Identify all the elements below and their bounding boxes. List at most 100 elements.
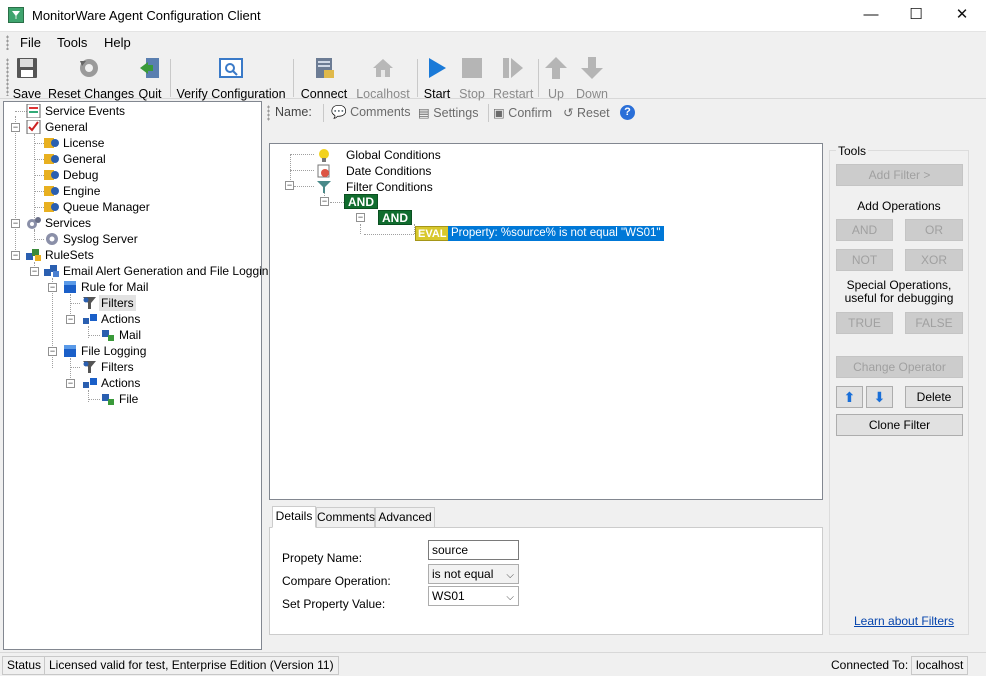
delete-button[interactable]: Delete [905, 386, 963, 408]
expander-filter-conditions[interactable]: − [285, 181, 294, 190]
confirm-disk-icon: ▣ [493, 106, 505, 120]
expander-and-1[interactable]: − [320, 197, 329, 206]
details-tab-panel: Propety Name: source Compare Operation: … [269, 527, 823, 635]
home-icon [373, 59, 393, 77]
comments-button[interactable]: 💬 Comments [331, 105, 411, 120]
arrow-down-icon [581, 57, 603, 79]
false-button[interactable]: FALSE [905, 312, 963, 334]
move-down-button[interactable]: ⬇ [866, 386, 893, 408]
learn-about-filters-link[interactable]: Learn about Filters [854, 614, 954, 628]
confirm-button[interactable]: ▣ Confirm [493, 105, 552, 120]
expander-file-logging[interactable]: − [48, 347, 57, 356]
funnel-icon [317, 181, 331, 193]
quit-button[interactable]: Quit [134, 55, 166, 101]
menu-bar: File Tools Help [0, 32, 986, 53]
expander-rule-for-mail[interactable]: − [48, 283, 57, 292]
status-bar: Status Licensed valid for test, Enterpri… [0, 652, 986, 676]
status-label: Status [2, 656, 47, 675]
play-icon [429, 58, 446, 78]
maximize-button[interactable]: ☐ [893, 0, 939, 31]
set-property-value-select[interactable]: WS01 ⌵ [428, 586, 519, 606]
blue-arrow-down-icon: ⬇ [873, 389, 886, 405]
queue-key-icon [44, 202, 59, 212]
connect-button[interactable]: Connect [299, 55, 349, 101]
debug-key-icon [44, 170, 59, 180]
and-button[interactable]: AND [836, 219, 893, 241]
verify-window-icon [219, 58, 243, 78]
or-button[interactable]: OR [905, 219, 963, 241]
license-status: Licensed valid for test, Enterprise Edit… [44, 656, 339, 675]
restart-button[interactable]: Restart [493, 55, 533, 101]
actions-icon [83, 378, 97, 388]
main-toolbar: Save Reset Changes Quit Verify Configura… [0, 53, 986, 101]
ruleset-cubes-icon [44, 265, 59, 277]
expander-actions-mail[interactable]: − [66, 315, 75, 324]
and-operator-node-nested[interactable]: AND [378, 210, 412, 225]
reset-button[interactable]: ↺ Reset [563, 105, 610, 120]
move-up-button[interactable]: ⬆ [836, 386, 863, 408]
down-button[interactable]: Down [575, 55, 609, 101]
expander-email-alert[interactable]: − [30, 267, 39, 276]
localhost-button[interactable]: Localhost [355, 55, 411, 101]
set-property-value-label: Set Property Value: [282, 597, 386, 611]
expander-and-2[interactable]: − [356, 213, 365, 222]
stop-button[interactable]: Stop [458, 55, 486, 101]
stop-icon [462, 58, 482, 78]
up-button[interactable]: Up [544, 55, 568, 101]
expander-services[interactable]: − [11, 219, 20, 228]
server-connect-icon [316, 58, 334, 78]
toolbar-separator [538, 59, 539, 97]
close-button[interactable]: ✕ [939, 0, 985, 31]
filter-funnel-icon [83, 361, 96, 373]
lightbulb-icon [319, 149, 329, 162]
menu-help[interactable]: Help [104, 35, 131, 50]
title-bar: MonitorWare Agent Configuration Client —… [0, 0, 986, 32]
property-name-input[interactable]: source [428, 540, 519, 560]
toolbar-separator [293, 59, 294, 97]
expander-rulesets[interactable]: − [11, 251, 20, 260]
expander-general[interactable]: − [11, 123, 20, 132]
change-operator-button[interactable]: Change Operator [836, 356, 963, 378]
and-operator-node[interactable]: AND [344, 194, 378, 209]
filter-funnel-icon [83, 297, 96, 309]
true-button[interactable]: TRUE [836, 312, 893, 334]
menu-tools[interactable]: Tools [57, 35, 87, 50]
clone-filter-button[interactable]: Clone Filter [836, 414, 963, 436]
rule-cube-icon [64, 345, 76, 357]
syslog-gear-icon [46, 233, 58, 245]
service-events-icon [26, 104, 41, 118]
configuration-tree: Service Events − General License General… [3, 101, 275, 650]
expander-actions-file[interactable]: − [66, 379, 75, 388]
reset-gear-icon [80, 59, 98, 77]
settings-button[interactable]: ▤ Settings [418, 105, 478, 120]
xor-button[interactable]: XOR [905, 249, 963, 271]
tab-advanced[interactable]: Advanced [375, 507, 435, 528]
arrow-up-icon [545, 57, 567, 79]
tab-comments[interactable]: Comments [316, 507, 375, 528]
verify-configuration-button[interactable]: Verify Configuration [176, 55, 286, 101]
menu-file[interactable]: File [20, 35, 41, 50]
comments-icon: 💬 [331, 105, 347, 119]
window-title: MonitorWare Agent Configuration Client [32, 8, 261, 23]
property-name-label: Propety Name: [282, 551, 363, 565]
settings-page-icon: ▤ [418, 106, 430, 120]
reset-arrow-icon: ↺ [563, 106, 574, 120]
calendar-clock-icon [317, 164, 330, 178]
app-logo-icon [8, 7, 24, 23]
not-button[interactable]: NOT [836, 249, 893, 271]
minimize-button[interactable]: — [848, 0, 894, 31]
help-icon[interactable]: ? [620, 105, 635, 120]
services-gears-icon [27, 217, 41, 229]
compare-operation-select[interactable]: is not equal ⌵ [428, 564, 519, 584]
eval-node-text-selected[interactable]: Property: %source% is not equal "WS01" [448, 226, 664, 241]
restart-icon [503, 58, 523, 78]
tab-details[interactable]: Details [272, 506, 316, 528]
eval-node-badge[interactable]: EVAL [415, 226, 450, 241]
add-filter-button[interactable]: Add Filter > [836, 164, 963, 186]
mail-action-icon [102, 330, 114, 341]
compare-operation-label: Compare Operation: [282, 574, 391, 588]
reset-changes-button[interactable]: Reset Changes [48, 55, 134, 101]
actions-icon [83, 314, 97, 324]
save-button[interactable]: Save [12, 55, 42, 101]
start-button[interactable]: Start [423, 55, 451, 101]
